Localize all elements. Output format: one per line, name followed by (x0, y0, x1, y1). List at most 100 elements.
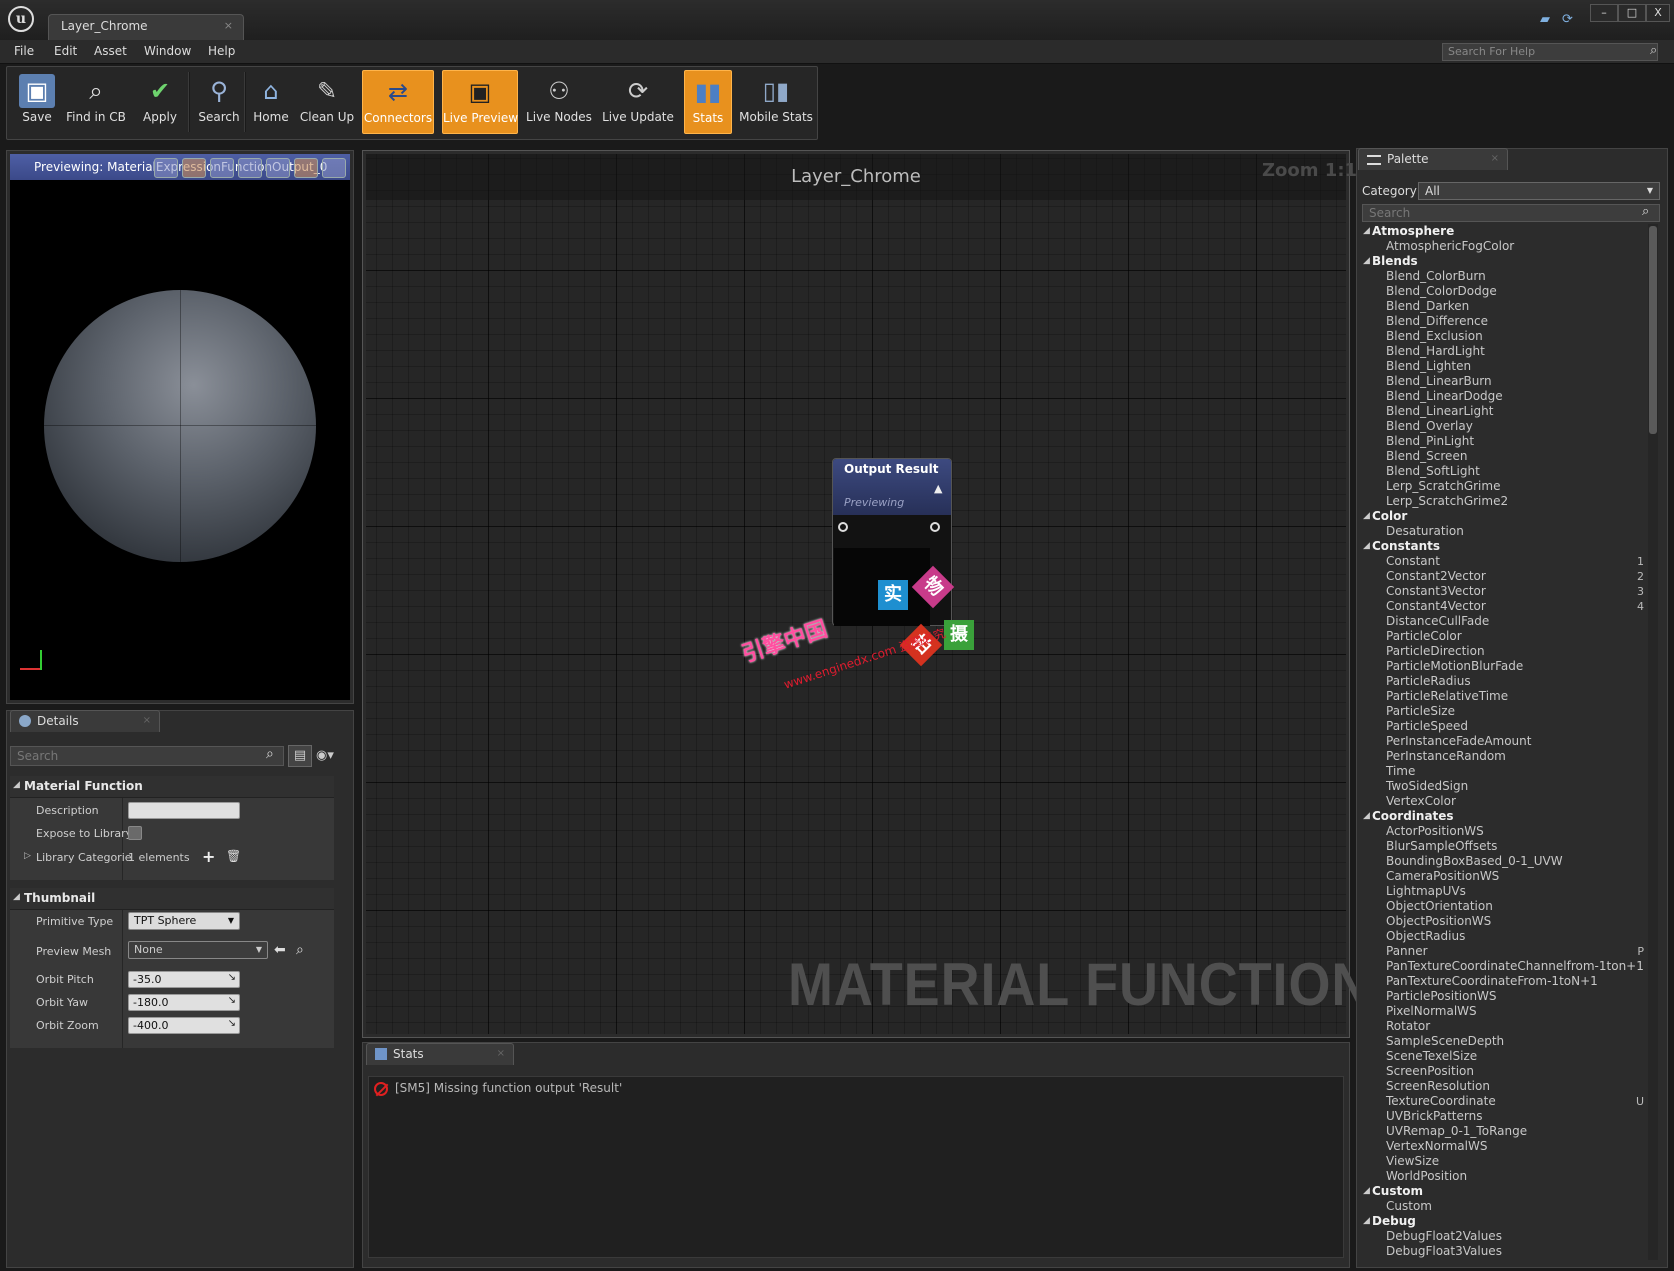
toolbar-search-button[interactable]: ⚲ Search (192, 70, 246, 134)
palette-item[interactable]: DistanceCullFade (1362, 614, 1648, 629)
palette-item[interactable]: VertexNormalWS (1362, 1139, 1648, 1154)
view-options-grid-icon[interactable]: ▤ (288, 745, 312, 767)
toolbar-find-in-cb-button[interactable]: ⌕ Find in CB (64, 70, 128, 134)
trash-icon[interactable]: 🗑 (226, 849, 241, 863)
toolbar-mobile-stats-button[interactable]: ▯▮ Mobile Stats (738, 70, 814, 134)
toolbar-save-button[interactable]: ▣ Save (12, 70, 62, 134)
toolbar-live-nodes-button[interactable]: ⚇ Live Nodes (526, 70, 592, 134)
palette-item[interactable]: PixelNormalWS (1362, 1004, 1648, 1019)
palette-item[interactable]: Panner P (1362, 944, 1648, 959)
palette-item[interactable]: PanTextureCoordinateFrom-1toN+1 (1362, 974, 1648, 989)
palette-item[interactable]: BlurSampleOffsets (1362, 839, 1648, 854)
palette-item[interactable]: ActorPositionWS (1362, 824, 1648, 839)
palette-item[interactable]: AtmosphericFogColor (1362, 239, 1648, 254)
viewport-plane-button[interactable] (210, 158, 234, 178)
palette-item[interactable]: DebugFloat2Values (1362, 1229, 1648, 1244)
search-icon[interactable]: ⌕ (1650, 43, 1657, 58)
palette-category[interactable]: ◢ Atmosphere (1362, 224, 1648, 239)
sync-icon[interactable]: ⟳ (1562, 12, 1580, 27)
palette-item[interactable]: LightmapUVs (1362, 884, 1648, 899)
close-window-button[interactable]: X (1646, 4, 1670, 22)
details-tab[interactable]: Details × (10, 710, 160, 732)
palette-item[interactable]: UVBrickPatterns (1362, 1109, 1648, 1124)
palette-item[interactable]: ParticleMotionBlurFade (1362, 659, 1648, 674)
close-icon[interactable]: × (497, 1048, 505, 1059)
palette-item[interactable]: SampleSceneDepth (1362, 1034, 1648, 1049)
palette-item[interactable]: Blend_SoftLight (1362, 464, 1648, 479)
toolbar-home-button[interactable]: ⌂ Home (248, 70, 294, 134)
input-pin[interactable] (838, 522, 848, 532)
palette-scrollbar-thumb[interactable] (1649, 226, 1657, 434)
palette-item[interactable]: Blend_LinearLight (1362, 404, 1648, 419)
palette-item[interactable]: ObjectPositionWS (1362, 914, 1648, 929)
palette-item[interactable]: ObjectRadius (1362, 929, 1648, 944)
document-tab[interactable]: Layer_Chrome × (48, 14, 244, 40)
palette-item[interactable]: Blend_ColorDodge (1362, 284, 1648, 299)
use-selected-arrow-icon[interactable]: ⬅ (274, 942, 286, 958)
palette-item[interactable]: Lerp_ScratchGrime (1362, 479, 1648, 494)
palette-item[interactable]: WorldPosition (1362, 1169, 1648, 1184)
palette-category[interactable]: ◢ Color (1362, 509, 1648, 524)
browse-search-icon[interactable]: ⌕ (296, 942, 304, 958)
palette-item[interactable]: ObjectOrientation (1362, 899, 1648, 914)
maximize-button[interactable]: □ (1618, 4, 1646, 22)
menu-edit[interactable]: Edit (54, 44, 77, 58)
orbit-zoom-field[interactable]: -400.0 (128, 1017, 240, 1034)
palette-category[interactable]: ◢ Blends (1362, 254, 1648, 269)
palette-tab[interactable]: Palette × (1358, 148, 1508, 170)
palette-item[interactable]: Blend_HardLight (1362, 344, 1648, 359)
palette-item[interactable]: Lerp_ScratchGrime2 (1362, 494, 1648, 509)
palette-item[interactable]: ParticleColor (1362, 629, 1648, 644)
palette-item[interactable]: VertexColor (1362, 794, 1648, 809)
expand-triangle-icon[interactable]: ▷ (24, 851, 31, 861)
menu-asset[interactable]: Asset (94, 44, 127, 58)
palette-item[interactable]: CameraPositionWS (1362, 869, 1648, 884)
collapse-arrow-icon[interactable]: ▲ (934, 482, 942, 495)
menu-help[interactable]: Help (208, 44, 235, 58)
palette-item[interactable]: PerInstanceRandom (1362, 749, 1648, 764)
palette-item[interactable]: UVRemap_0-1_ToRange (1362, 1124, 1648, 1139)
palette-item[interactable]: Blend_Lighten (1362, 359, 1648, 374)
details-search-input[interactable]: Search (10, 746, 284, 766)
palette-item[interactable]: DebugFloat3Values (1362, 1244, 1648, 1259)
menu-file[interactable]: File (14, 44, 34, 58)
palette-item[interactable]: Constant3Vector 3 (1362, 584, 1648, 599)
viewport-sphere-button[interactable] (154, 158, 178, 178)
palette-item[interactable]: DebugFloat4Values (1362, 1259, 1648, 1260)
palette-item[interactable]: SceneTexelSize (1362, 1049, 1648, 1064)
palette-category[interactable]: ◢ Debug (1362, 1214, 1648, 1229)
material-function-section-header[interactable]: ◢ Material Function (10, 776, 334, 798)
palette-item[interactable]: ParticleSpeed (1362, 719, 1648, 734)
palette-item[interactable]: ScreenResolution (1362, 1079, 1648, 1094)
palette-item[interactable]: Blend_Screen (1362, 449, 1648, 464)
orbit-yaw-field[interactable]: -180.0 (128, 994, 240, 1011)
minimize-button[interactable]: – (1590, 4, 1618, 22)
palette-category[interactable]: ◢ Coordinates (1362, 809, 1648, 824)
description-field[interactable] (128, 802, 240, 819)
palette-category[interactable]: ◢ Constants (1362, 539, 1648, 554)
palette-item[interactable]: Blend_LinearBurn (1362, 374, 1648, 389)
toolbar-connectors-button[interactable]: ⇄ Connectors (362, 70, 434, 134)
viewport-realtime-button[interactable] (322, 158, 346, 178)
palette-item[interactable]: ScreenPosition (1362, 1064, 1648, 1079)
palette-item[interactable]: PerInstanceFadeAmount (1362, 734, 1648, 749)
palette-item[interactable]: Blend_Difference (1362, 314, 1648, 329)
add-element-icon[interactable]: + (202, 847, 215, 866)
palette-category[interactable]: ◢ Custom (1362, 1184, 1648, 1199)
palette-item[interactable]: Blend_ColorBurn (1362, 269, 1648, 284)
orbit-pitch-field[interactable]: -35.0 (128, 971, 240, 988)
expose-to-library-checkbox[interactable] (128, 826, 142, 840)
toolbar-clean-up-button[interactable]: ✎ Clean Up (298, 70, 356, 134)
palette-item[interactable]: Constant2Vector 2 (1362, 569, 1648, 584)
palette-item[interactable]: PanTextureCoordinateChannelfrom-1ton+1 (1362, 959, 1648, 974)
output-pin[interactable] (930, 522, 940, 532)
palette-item[interactable]: Time (1362, 764, 1648, 779)
close-icon[interactable]: × (143, 715, 151, 726)
palette-item[interactable]: ViewSize (1362, 1154, 1648, 1169)
stats-tab[interactable]: Stats × (366, 1043, 514, 1065)
thumbnail-section-header[interactable]: ◢ Thumbnail (10, 888, 334, 910)
palette-item[interactable]: ParticleSize (1362, 704, 1648, 719)
menu-window[interactable]: Window (144, 44, 191, 58)
palette-item[interactable]: ParticleRelativeTime (1362, 689, 1648, 704)
viewport-grid-button[interactable] (294, 158, 318, 178)
